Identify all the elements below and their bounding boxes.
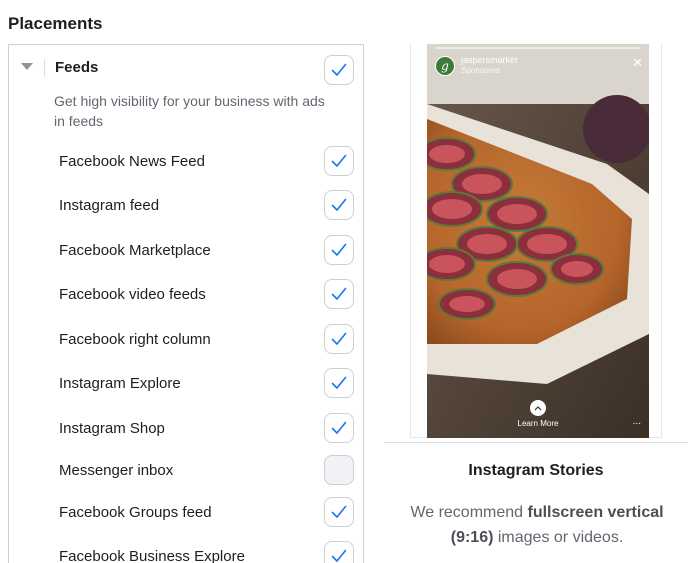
placement-row: Facebook video feeds: [9, 274, 363, 318]
story-progress-bar: [435, 47, 641, 49]
placement-checkbox[interactable]: [324, 190, 354, 220]
placement-label: Facebook right column: [59, 331, 211, 348]
placement-label: Facebook Marketplace: [59, 242, 211, 259]
feeds-group-checkbox[interactable]: [324, 55, 354, 85]
story-preview: g jaspersmarket Sponsored ✕ Learn More .…: [427, 44, 649, 438]
collapse-caret-icon[interactable]: [21, 63, 33, 70]
feeds-group-description: Get high visibility for your business wi…: [54, 93, 325, 129]
feeds-group-header: Feeds: [9, 45, 363, 89]
placement-label: Instagram Explore: [59, 375, 181, 392]
checkmark-icon: [331, 287, 347, 300]
checkmark-icon: [331, 505, 347, 518]
checkmark-icon: [331, 421, 347, 434]
feeds-group-label: Feeds: [55, 59, 99, 76]
placement-row: Facebook Marketplace: [9, 230, 363, 274]
placement-checkbox[interactable]: [324, 368, 354, 398]
placement-checkbox[interactable]: [324, 541, 354, 563]
placement-row: Instagram feed: [9, 185, 363, 229]
placement-label: Facebook News Feed: [59, 153, 205, 170]
fig-tart-image: [427, 44, 649, 438]
placement-label: Instagram feed: [59, 197, 160, 214]
preview-title: Instagram Stories: [468, 462, 604, 479]
desc-text-post: images or videos.: [493, 529, 624, 546]
header-divider: [44, 59, 45, 77]
account-name: jaspersmarket: [461, 55, 518, 65]
placement-label: Facebook Business Explore: [59, 548, 245, 563]
desc-text-pre: We recommend: [410, 504, 528, 521]
placement-row: Facebook News Feed: [9, 141, 363, 185]
placement-label: Facebook Groups feed: [59, 504, 212, 521]
placements-panel: Feeds Get high visibility for your busin…: [8, 44, 364, 563]
placement-row: Facebook right column: [9, 319, 363, 363]
checkmark-icon: [331, 549, 347, 562]
placement-checkbox[interactable]: [324, 279, 354, 309]
placement-row: Facebook Groups feed: [9, 492, 363, 536]
desc-bold-ratio: (9:16): [450, 529, 494, 546]
placement-label: Messenger inbox: [59, 462, 174, 479]
preview-divider: [384, 442, 688, 443]
checkmark-icon: [331, 243, 347, 256]
chevron-up-icon[interactable]: [530, 400, 546, 416]
placement-row: Instagram Explore: [9, 363, 363, 407]
placement-row: Facebook Business Explore: [9, 536, 363, 563]
learn-more-cta[interactable]: Learn More: [427, 419, 649, 428]
checkmark-icon: [331, 332, 347, 345]
account-avatar: g: [435, 56, 455, 76]
placement-checkbox[interactable]: [324, 146, 354, 176]
placement-row: Instagram Shop: [9, 408, 363, 452]
ad-preview-frame: g jaspersmarket Sponsored ✕ Learn More .…: [410, 44, 662, 438]
placement-checkbox[interactable]: [324, 413, 354, 443]
placement-checkbox[interactable]: [324, 235, 354, 265]
checkmark-icon: [331, 376, 347, 389]
placement-checkbox[interactable]: [324, 324, 354, 354]
placement-label: Facebook video feeds: [59, 286, 206, 303]
close-icon[interactable]: ✕: [632, 55, 643, 71]
checkmark-icon: [331, 198, 347, 211]
placement-row: Messenger inbox: [9, 450, 363, 494]
placement-checkbox[interactable]: [324, 455, 354, 485]
more-options-icon[interactable]: ...: [633, 416, 641, 427]
checkmark-icon: [331, 154, 347, 167]
placement-label: Instagram Shop: [59, 420, 165, 437]
desc-bold-format: fullscreen vertical: [527, 504, 664, 521]
sponsored-label: Sponsored: [461, 66, 500, 75]
checkmark-icon: [331, 63, 347, 76]
section-title: Placements: [8, 14, 103, 33]
preview-description: We recommend fullscreen vertical (9:16) i…: [392, 500, 682, 550]
placement-checkbox[interactable]: [324, 497, 354, 527]
